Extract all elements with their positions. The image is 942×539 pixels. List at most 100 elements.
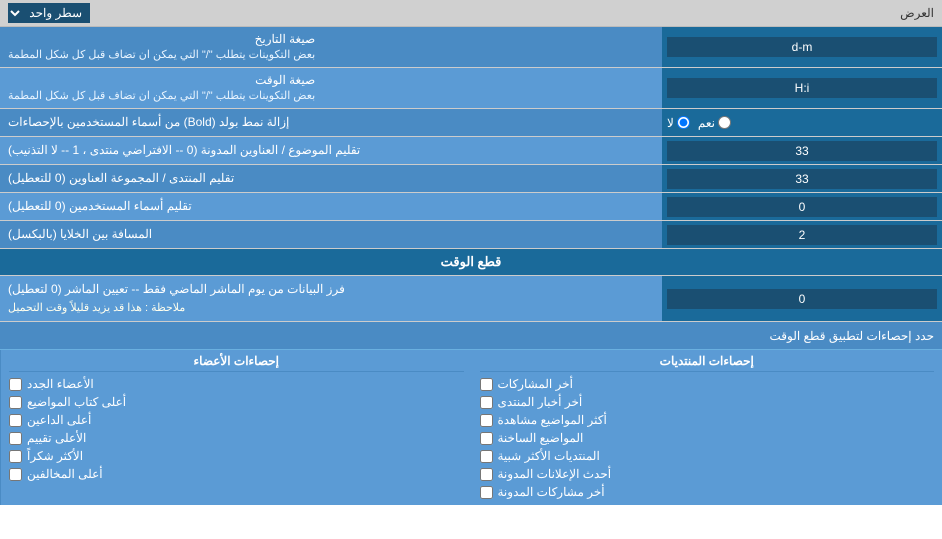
cutoff-label-cell: فرز البيانات من يوم الماشر الماضي فقط --… — [0, 276, 662, 321]
stats-col-members: إحصاءات الأعضاء الأعضاء الجدد أعلى كتاب … — [0, 350, 472, 505]
stats-member-item-5-checkbox[interactable] — [9, 450, 22, 463]
stats-item-6: أحدث الإعلانات المدونة — [480, 465, 935, 483]
stats-col-participations: إحصاءات المنتديات أخر المشاركات أخر أخبا… — [472, 350, 942, 505]
forum-ordering-label-main: تقليم المنتدى / المجموعة العناوين (0 للت… — [8, 170, 234, 187]
stats-item-4-checkbox[interactable] — [480, 432, 493, 445]
stats-item-1: أخر المشاركات — [480, 375, 935, 393]
time-format-label-sub: بعض التكوينات يتطلب "/" التي يمكن ان تضا… — [8, 89, 315, 104]
stats-item-2-label: أخر أخبار المنتدى — [498, 395, 583, 409]
topic-ordering-label-cell: تقليم الموضوع / العناوين المدونة (0 -- ا… — [0, 137, 662, 164]
stats-member-item-1: الأعضاء الجدد — [9, 375, 464, 393]
stats-item-7: أخر مشاركات المدونة — [480, 483, 935, 501]
forum-ordering-row: 33 تقليم المنتدى / المجموعة العناوين (0 … — [0, 165, 942, 193]
stats-member-item-6-label: أعلى المخالفين — [27, 467, 103, 481]
bold-remove-label-cell: إزالة نمط بولد (Bold) من أسماء المستخدمي… — [0, 109, 662, 136]
stats-item-1-checkbox[interactable] — [480, 378, 493, 391]
stats-member-item-4: الأعلى تقييم — [9, 429, 464, 447]
cutoff-input[interactable]: 0 — [667, 289, 937, 309]
time-format-label-main: صيغة الوقت — [8, 72, 315, 89]
stats-member-item-2-label: أعلى كتاب المواضيع — [27, 395, 126, 409]
stats-member-item-4-checkbox[interactable] — [9, 432, 22, 445]
stats-member-item-5: الأكثر شكراً — [9, 447, 464, 465]
forum-ordering-input[interactable]: 33 — [667, 169, 937, 189]
username-trim-row: 0 تقليم أسماء المستخدمين (0 للتعطيل) — [0, 193, 942, 221]
stats-member-item-2: أعلى كتاب المواضيع — [9, 393, 464, 411]
date-format-label-main: صيغة التاريخ — [8, 31, 315, 48]
stats-item-1-label: أخر المشاركات — [498, 377, 573, 391]
date-format-row: d-m صيغة التاريخ بعض التكوينات يتطلب "/"… — [0, 27, 942, 68]
bold-radio-yes-text: نعم — [698, 116, 715, 130]
stats-member-item-6-checkbox[interactable] — [9, 468, 22, 481]
column-spacing-row: 2 المسافة بين الخلايا (بالبكسل) — [0, 221, 942, 249]
bold-radio-no[interactable] — [677, 116, 690, 129]
stats-item-3: أكثر المواضيع مشاهدة — [480, 411, 935, 429]
date-format-label-sub: بعض التكوينات يتطلب "/" التي يمكن ان تضا… — [8, 48, 315, 63]
bold-radio-group: نعم لا — [667, 116, 731, 130]
stats-item-5: المنتديات الأكثر شبية — [480, 447, 935, 465]
time-format-label-cell: صيغة الوقت بعض التكوينات يتطلب "/" التي … — [0, 68, 662, 108]
stats-member-item-1-label: الأعضاء الجدد — [27, 377, 94, 391]
column-spacing-label-main: المسافة بين الخلايا (بالبكسل) — [8, 226, 152, 243]
stats-columns: إحصاءات المنتديات أخر المشاركات أخر أخبا… — [0, 350, 942, 505]
stats-member-item-6: أعلى المخالفين — [9, 465, 464, 483]
stats-member-item-3: أعلى الداعين — [9, 411, 464, 429]
time-format-input-cell: H:i — [662, 68, 942, 108]
bold-remove-label-main: إزالة نمط بولد (Bold) من أسماء المستخدمي… — [8, 114, 289, 131]
stats-item-6-checkbox[interactable] — [480, 468, 493, 481]
stats-item-5-label: المنتديات الأكثر شبية — [498, 449, 600, 463]
limit-row: حدد إحصاءات لتطبيق قطع الوقت — [0, 322, 942, 350]
stats-item-4: المواضيع الساخنة — [480, 429, 935, 447]
stats-member-item-3-checkbox[interactable] — [9, 414, 22, 427]
stats-item-5-checkbox[interactable] — [480, 450, 493, 463]
stats-item-3-label: أكثر المواضيع مشاهدة — [498, 413, 607, 427]
bold-radio-no-text: لا — [667, 116, 674, 130]
topic-ordering-input-cell: 33 — [662, 137, 942, 164]
username-trim-input[interactable]: 0 — [667, 197, 937, 217]
display-label: العرض — [90, 6, 934, 20]
limit-label: حدد إحصاءات لتطبيق قطع الوقت — [8, 329, 934, 343]
stats-member-item-1-checkbox[interactable] — [9, 378, 22, 391]
forum-ordering-input-cell: 33 — [662, 165, 942, 192]
date-format-label-cell: صيغة التاريخ بعض التكوينات يتطلب "/" الت… — [0, 27, 662, 67]
stats-item-2: أخر أخبار المنتدى — [480, 393, 935, 411]
bold-remove-input-cell: نعم لا — [662, 109, 942, 136]
column-spacing-input[interactable]: 2 — [667, 225, 937, 245]
stats-item-7-label: أخر مشاركات المدونة — [498, 485, 605, 499]
cutoff-input-cell: 0 — [662, 276, 942, 321]
display-header-row: العرض سطر واحد سطران ثلاثة أسطر — [0, 0, 942, 27]
date-format-input-cell: d-m — [662, 27, 942, 67]
date-format-input[interactable]: d-m — [667, 37, 937, 57]
username-trim-label-main: تقليم أسماء المستخدمين (0 للتعطيل) — [8, 198, 192, 215]
stats-item-2-checkbox[interactable] — [480, 396, 493, 409]
topic-ordering-input[interactable]: 33 — [667, 141, 937, 161]
main-container: العرض سطر واحد سطران ثلاثة أسطر d-m صيغة… — [0, 0, 942, 505]
username-trim-input-cell: 0 — [662, 193, 942, 220]
stats-member-item-2-checkbox[interactable] — [9, 396, 22, 409]
time-format-row: H:i صيغة الوقت بعض التكوينات يتطلب "/" ا… — [0, 68, 942, 109]
stats-member-item-5-label: الأكثر شكراً — [27, 449, 83, 463]
cutoff-label-main: فرز البيانات من يوم الماشر الماضي فقط --… — [8, 280, 345, 299]
stats-item-3-checkbox[interactable] — [480, 414, 493, 427]
username-trim-label-cell: تقليم أسماء المستخدمين (0 للتعطيل) — [0, 193, 662, 220]
bold-remove-row: نعم لا إزالة نمط بولد (Bold) من أسماء ال… — [0, 109, 942, 137]
stats-member-item-3-label: أعلى الداعين — [27, 413, 91, 427]
stats-item-6-label: أحدث الإعلانات المدونة — [498, 467, 612, 481]
stats-item-4-label: المواضيع الساخنة — [498, 431, 584, 445]
bold-radio-no-label[interactable]: لا — [667, 116, 690, 130]
topic-ordering-label-main: تقليم الموضوع / العناوين المدونة (0 -- ا… — [8, 142, 360, 159]
time-format-input[interactable]: H:i — [667, 78, 937, 98]
topic-ordering-row: 33 تقليم الموضوع / العناوين المدونة (0 -… — [0, 137, 942, 165]
display-select[interactable]: سطر واحد سطران ثلاثة أسطر — [8, 3, 90, 23]
forum-ordering-label-cell: تقليم المنتدى / المجموعة العناوين (0 للت… — [0, 165, 662, 192]
column-spacing-label-cell: المسافة بين الخلايا (بالبكسل) — [0, 221, 662, 248]
bold-radio-yes[interactable] — [718, 116, 731, 129]
bold-radio-yes-label[interactable]: نعم — [698, 116, 731, 130]
cutoff-row: 0 فرز البيانات من يوم الماشر الماضي فقط … — [0, 276, 942, 322]
cutoff-section-header: قطع الوقت — [0, 249, 942, 276]
stats-item-7-checkbox[interactable] — [480, 486, 493, 499]
column-spacing-input-cell: 2 — [662, 221, 942, 248]
stats-participations-header: إحصاءات المنتديات — [480, 354, 935, 372]
cutoff-label-note: ملاحظة : هذا قد يزيد قليلاً وقت التحميل — [8, 300, 185, 318]
display-select-wrapper: سطر واحد سطران ثلاثة أسطر — [8, 3, 90, 23]
stats-members-header: إحصاءات الأعضاء — [9, 354, 464, 372]
